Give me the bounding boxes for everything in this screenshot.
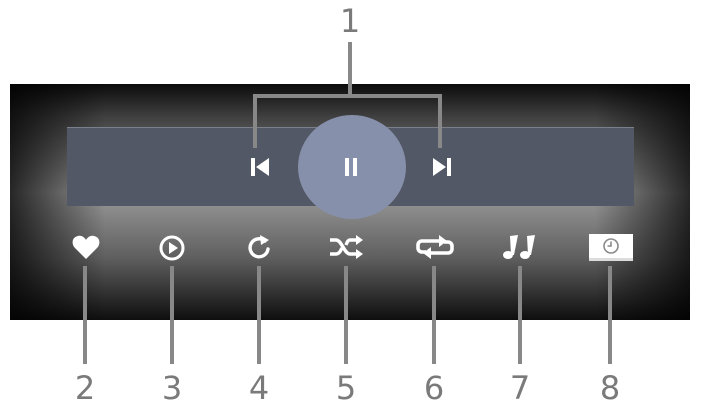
heart-icon[interactable] [72, 234, 100, 260]
callout-number-4: 4 [248, 369, 270, 407]
callout-1-left-leg [253, 94, 257, 148]
music-notes-icon[interactable] [502, 233, 538, 261]
pause-icon[interactable] [344, 158, 358, 176]
rotate-icon[interactable] [245, 232, 273, 262]
callout-5-line [344, 266, 348, 364]
callout-8-line [608, 266, 612, 364]
callout-number-6: 6 [423, 369, 445, 407]
callout-4-line [257, 266, 261, 364]
slideshow-timer-icon[interactable] [587, 232, 635, 262]
callout-1-right-leg [438, 94, 442, 148]
callout-3-line [170, 266, 174, 364]
callout-number-7: 7 [509, 369, 531, 407]
callout-number-1: 1 [339, 2, 361, 40]
shuffle-icon[interactable] [328, 234, 364, 260]
callout-1-bracket [253, 94, 442, 98]
repeat-icon[interactable] [416, 234, 454, 260]
callout-6-line [432, 266, 436, 364]
callout-number-3: 3 [161, 369, 183, 407]
callout-1-stem [348, 42, 352, 96]
skip-previous-icon[interactable] [250, 157, 270, 177]
skip-next-icon[interactable] [432, 157, 452, 177]
callout-number-8: 8 [599, 369, 621, 407]
play-circle-icon[interactable] [158, 234, 186, 262]
callout-7-line [518, 266, 522, 364]
callout-number-5: 5 [335, 369, 357, 407]
callout-2-line [83, 266, 87, 364]
callout-number-2: 2 [74, 369, 96, 407]
